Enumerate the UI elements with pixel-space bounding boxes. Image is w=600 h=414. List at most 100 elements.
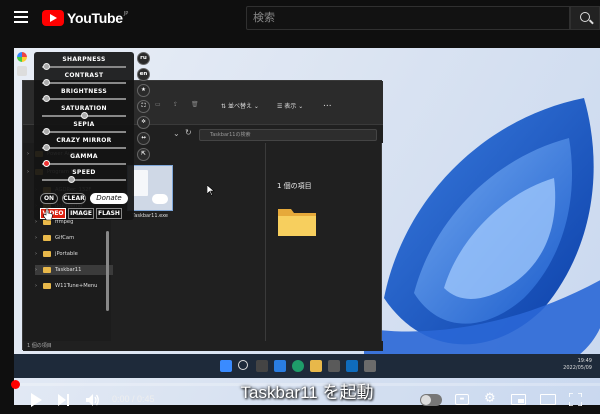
nav-item[interactable]: › GifCam — [35, 233, 74, 243]
rename-icon[interactable]: ▭ — [155, 101, 161, 108]
status-bar: 1 個の項目 — [23, 341, 383, 351]
slider-track[interactable] — [42, 160, 126, 168]
settings-icon[interactable]: ⚙ — [484, 392, 496, 405]
slider-knob[interactable] — [42, 95, 50, 103]
search-button[interactable] — [570, 6, 600, 30]
refresh-icon[interactable]: ↻ — [185, 128, 192, 137]
slider-knob[interactable] — [67, 176, 75, 184]
slider-knob[interactable] — [42, 160, 50, 168]
clear-button[interactable]: CLEAR — [62, 193, 86, 204]
chevron-right-icon[interactable]: › — [27, 151, 33, 157]
more-button[interactable]: ... — [323, 99, 332, 109]
nav-scrollbar[interactable] — [106, 231, 109, 311]
clock-time: 19:49 — [577, 358, 592, 364]
logo-text: YouTube — [67, 10, 123, 26]
edge-icon[interactable] — [292, 360, 304, 372]
slider-label: BRIGHTNESS — [61, 88, 107, 96]
volume-icon[interactable] — [86, 394, 100, 406]
view-label: 表示 — [284, 103, 297, 110]
slider-track[interactable] — [42, 79, 126, 87]
app-icon[interactable] — [364, 360, 376, 372]
slider-track[interactable] — [42, 176, 126, 184]
chevron-right-icon[interactable]: › — [27, 169, 33, 175]
external-link-icon[interactable]: ⇱ — [137, 148, 150, 161]
slider-track[interactable] — [42, 111, 126, 119]
settings-wheel-icon[interactable]: ✲ — [137, 116, 150, 129]
chevron-right-icon[interactable]: › — [35, 267, 41, 273]
slider-brightness: BRIGHTNESS — [34, 88, 134, 104]
delete-icon[interactable]: 🗑 — [191, 101, 199, 108]
player-controls: 0:00 / 0:45 ▬ ⚙ — [0, 388, 600, 414]
nav-item[interactable]: › Taskbar11 — [35, 265, 113, 275]
taskbar-search-icon[interactable] — [238, 360, 248, 370]
slider-track[interactable] — [42, 95, 126, 103]
on-button[interactable]: ON — [40, 193, 58, 204]
windows-taskbar: 19:49 2022/05/09 — [14, 354, 600, 378]
widgets-icon[interactable] — [274, 360, 286, 372]
nav-item-label: Taskbar11 — [55, 267, 82, 273]
slider-track[interactable] — [42, 127, 126, 135]
color-wheel-icon[interactable] — [17, 52, 27, 62]
mail-icon[interactable] — [346, 360, 358, 372]
task-view-icon[interactable] — [256, 360, 268, 372]
sort-label: 並べ替え — [227, 103, 252, 110]
hand-cursor-icon — [43, 208, 53, 221]
folder-icon — [278, 209, 316, 236]
folder-icon — [43, 251, 51, 257]
search-input[interactable]: 検索 — [246, 6, 570, 30]
preview-title: 1 個の項目 — [277, 182, 312, 190]
folder-icon — [43, 283, 51, 289]
folder-icon — [43, 267, 51, 273]
slider-crazy-mirror: CRAZY MIRROR — [34, 137, 134, 153]
chevron-right-icon[interactable]: › — [35, 251, 41, 257]
play-icon[interactable] — [30, 393, 42, 407]
tab-image[interactable]: IMAGE — [68, 208, 94, 219]
nav-item[interactable]: › jPortable — [35, 249, 78, 259]
explorer-search-input[interactable]: Taskbar11の検索 — [199, 129, 377, 141]
chevron-right-icon[interactable]: › — [35, 235, 41, 241]
tab-flash[interactable]: FLASH — [96, 208, 122, 219]
menu-icon[interactable] — [14, 11, 28, 23]
miniplayer-icon[interactable] — [511, 394, 526, 405]
next-icon[interactable] — [58, 394, 70, 406]
fullscreen-icon[interactable]: ⛶ — [137, 100, 150, 113]
donate-button[interactable]: Donate — [90, 193, 128, 204]
subtitles-icon[interactable]: ▬ — [455, 394, 469, 405]
star-icon[interactable]: ★ — [137, 84, 150, 97]
logo-region: JP — [123, 11, 129, 17]
chevron-down-icon[interactable]: ⌄ — [173, 129, 180, 138]
youtube-play-icon — [42, 10, 64, 26]
slider-knob[interactable] — [42, 144, 50, 151]
nav-item[interactable]: › W11Tune+Menu — [35, 281, 97, 291]
autoplay-toggle[interactable] — [420, 394, 442, 406]
slider-knob[interactable] — [42, 127, 50, 135]
slider-knob[interactable] — [42, 63, 50, 70]
edit-icon[interactable] — [17, 66, 27, 76]
panel-tabs: VIDEO IMAGE FLASH — [38, 208, 138, 220]
slider-label: CRAZY MIRROR — [56, 137, 112, 144]
lang-ru-button[interactable]: ru — [137, 52, 150, 65]
chevron-right-icon[interactable]: › — [35, 283, 41, 289]
slider-track[interactable] — [42, 63, 126, 70]
nav-item-label: jPortable — [55, 251, 78, 257]
youtube-logo[interactable]: YouTube JP — [42, 10, 128, 26]
slider-label: SHARPNESS — [62, 56, 106, 63]
sort-button[interactable]: ⇅ 並べ替え ⌄ — [221, 101, 259, 110]
slider-label: SATURATION — [61, 104, 107, 112]
video-player[interactable]: ⇅ 並べ替え ⌄ ☰ 表示 ⌄ ... ▭ ⇪ 🗑 ⌄ ↻ Taskbar11の… — [14, 48, 600, 405]
theater-mode-icon[interactable] — [540, 394, 556, 405]
lang-en-button[interactable]: en — [137, 68, 150, 81]
view-button[interactable]: ☰ 表示 ⌄ — [277, 101, 303, 110]
start-icon[interactable] — [220, 360, 232, 372]
explorer-taskbar-icon[interactable] — [310, 360, 322, 372]
slider-track[interactable] — [42, 144, 126, 151]
fullscreen-toggle-icon[interactable] — [569, 393, 582, 406]
slider-knob[interactable] — [80, 111, 88, 119]
progress-bar[interactable] — [11, 380, 600, 389]
taskbar-clock[interactable]: 19:49 2022/05/09 — [563, 358, 592, 372]
store-icon[interactable] — [328, 360, 340, 372]
panel-buttons: ON CLEAR Donate — [38, 193, 134, 205]
share-icon[interactable]: ⇪ — [173, 101, 178, 108]
slider-knob[interactable] — [42, 79, 50, 87]
arrows-icon[interactable]: ↔ — [137, 132, 150, 145]
